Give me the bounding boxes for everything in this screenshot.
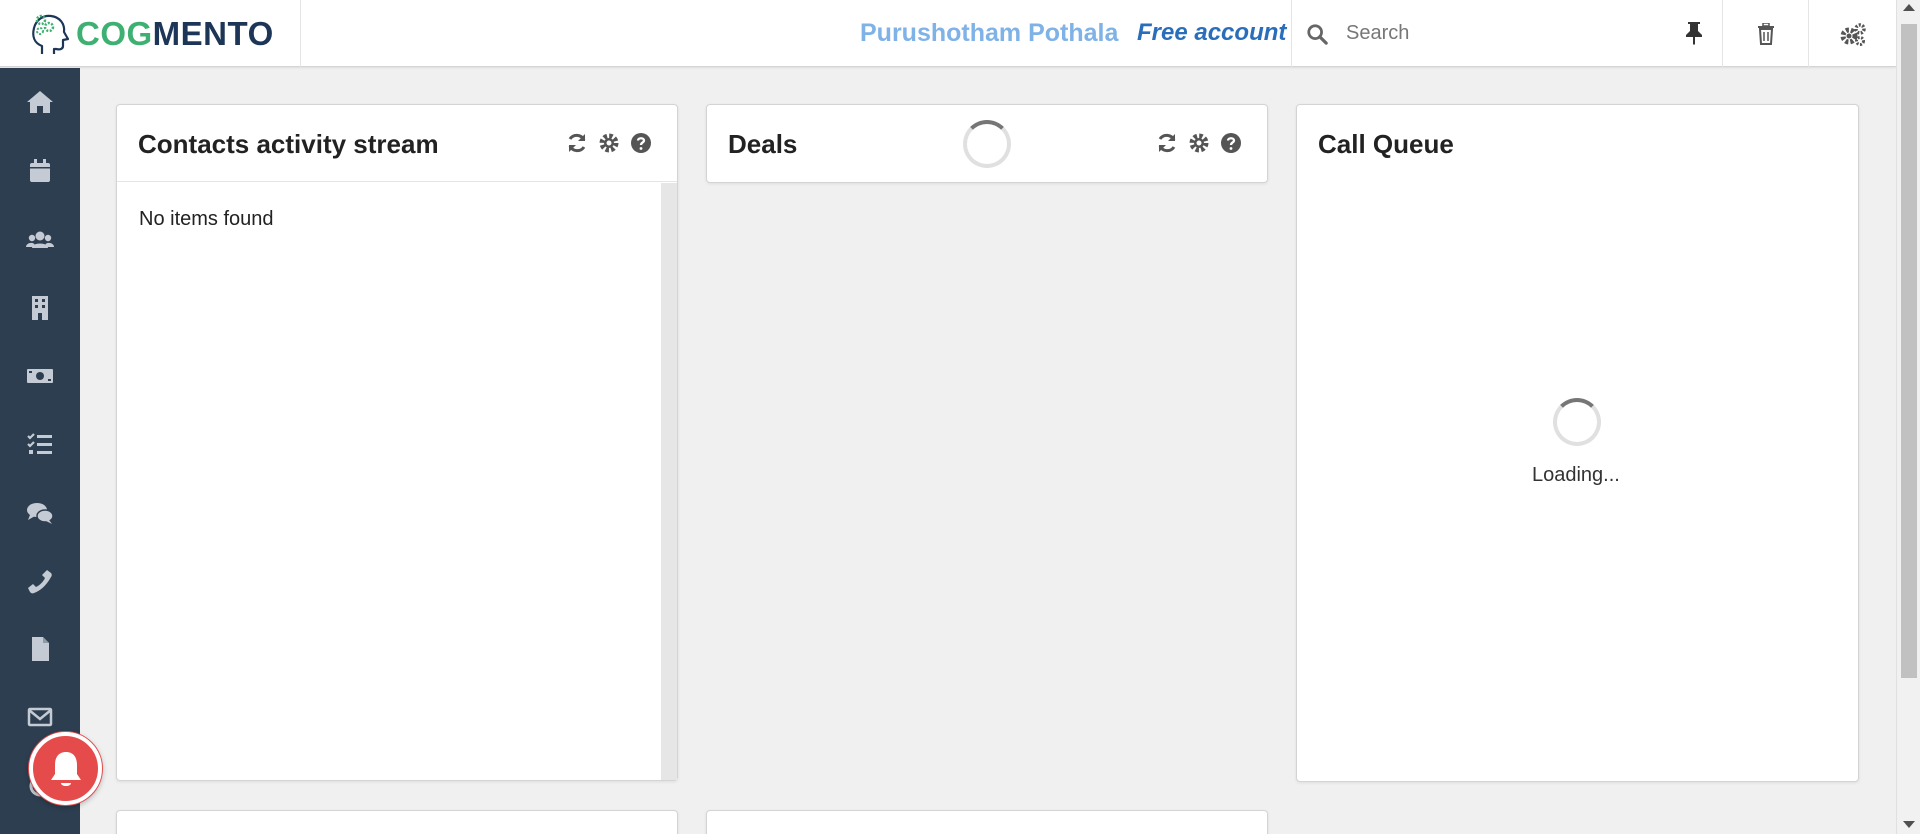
sidebar-item-companies[interactable] xyxy=(0,278,80,338)
dashboard-card-row2-left xyxy=(116,810,678,834)
trash-icon xyxy=(1757,22,1774,45)
search-box xyxy=(1291,0,1722,67)
gear-icon xyxy=(599,133,619,153)
top-header: COGMENTO Purushotham Pothala Free accoun… xyxy=(0,0,1896,67)
brand-logo[interactable]: COGMENTO xyxy=(0,0,301,67)
file-icon xyxy=(32,637,49,661)
brain-head-icon xyxy=(32,14,70,54)
sidebar-item-calls[interactable] xyxy=(0,551,80,611)
envelope-icon xyxy=(27,707,53,727)
user-name[interactable]: Purushotham Pothala xyxy=(860,19,1118,48)
refresh-icon xyxy=(1158,133,1176,153)
trash-button[interactable] xyxy=(1722,0,1808,67)
scroll-down-arrow[interactable] xyxy=(1903,821,1915,828)
sidebar xyxy=(0,68,80,834)
help-icon xyxy=(1221,133,1241,153)
refresh-button[interactable] xyxy=(565,131,589,155)
call-queue-card: Call Queue Loading... xyxy=(1296,104,1859,782)
loading-spinner xyxy=(1553,398,1601,446)
help-button[interactable] xyxy=(1219,131,1243,155)
users-icon xyxy=(26,231,54,248)
gear-icon xyxy=(1189,133,1209,153)
money-icon xyxy=(27,369,53,383)
deals-card: Deals xyxy=(706,104,1268,183)
brand-name-part1: COG xyxy=(76,15,153,52)
sidebar-item-deals[interactable] xyxy=(0,346,80,406)
notification-button[interactable] xyxy=(29,732,102,805)
settings-icon xyxy=(1840,22,1866,46)
tasks-icon xyxy=(27,433,52,454)
help-icon xyxy=(631,133,651,153)
card-scrollbar[interactable] xyxy=(661,183,677,780)
card-header: Contacts activity stream xyxy=(117,105,677,182)
calendar-icon xyxy=(30,159,50,182)
building-icon xyxy=(32,296,48,320)
sidebar-item-calendar[interactable] xyxy=(0,141,80,201)
sidebar-item-tasks[interactable] xyxy=(0,414,80,474)
pin-button[interactable] xyxy=(1680,18,1708,48)
account-type-link[interactable]: Free account xyxy=(1137,19,1286,47)
contacts-activity-card: Contacts activity stream No items found xyxy=(116,104,678,781)
card-title: Deals xyxy=(728,129,798,159)
card-tools xyxy=(1155,131,1243,155)
loading-text: Loading... xyxy=(1532,464,1620,486)
dashboard-card-row2-middle xyxy=(706,810,1268,834)
card-title: Contacts activity stream xyxy=(138,129,439,159)
card-settings-button[interactable] xyxy=(1187,131,1211,155)
scroll-thumb[interactable] xyxy=(1901,24,1917,678)
help-button[interactable] xyxy=(629,131,653,155)
sidebar-item-documents[interactable] xyxy=(0,619,80,679)
brand-name-part2: MENTO xyxy=(152,15,274,52)
search-input[interactable] xyxy=(1346,22,1646,45)
brand-name: COGMENTO xyxy=(76,17,274,50)
card-settings-button[interactable] xyxy=(597,131,621,155)
sidebar-item-home[interactable] xyxy=(0,72,80,132)
card-header: Deals xyxy=(707,105,1267,182)
empty-state-text: No items found xyxy=(139,208,274,230)
scroll-up-arrow[interactable] xyxy=(1903,4,1915,11)
refresh-icon xyxy=(568,133,586,153)
comments-icon xyxy=(27,503,54,524)
card-title: Call Queue xyxy=(1318,129,1454,159)
pin-icon xyxy=(1686,22,1702,45)
search-icon[interactable] xyxy=(1306,23,1328,45)
settings-button[interactable] xyxy=(1808,0,1896,67)
card-tools xyxy=(565,131,653,155)
page-scrollbar[interactable] xyxy=(1896,0,1920,834)
home-icon xyxy=(27,91,53,113)
bell-icon xyxy=(50,751,81,786)
refresh-button[interactable] xyxy=(1155,131,1179,155)
loading-spinner xyxy=(963,120,1011,168)
phone-icon xyxy=(28,570,52,594)
sidebar-item-cases[interactable] xyxy=(0,483,80,543)
sidebar-item-contacts[interactable] xyxy=(0,210,80,270)
